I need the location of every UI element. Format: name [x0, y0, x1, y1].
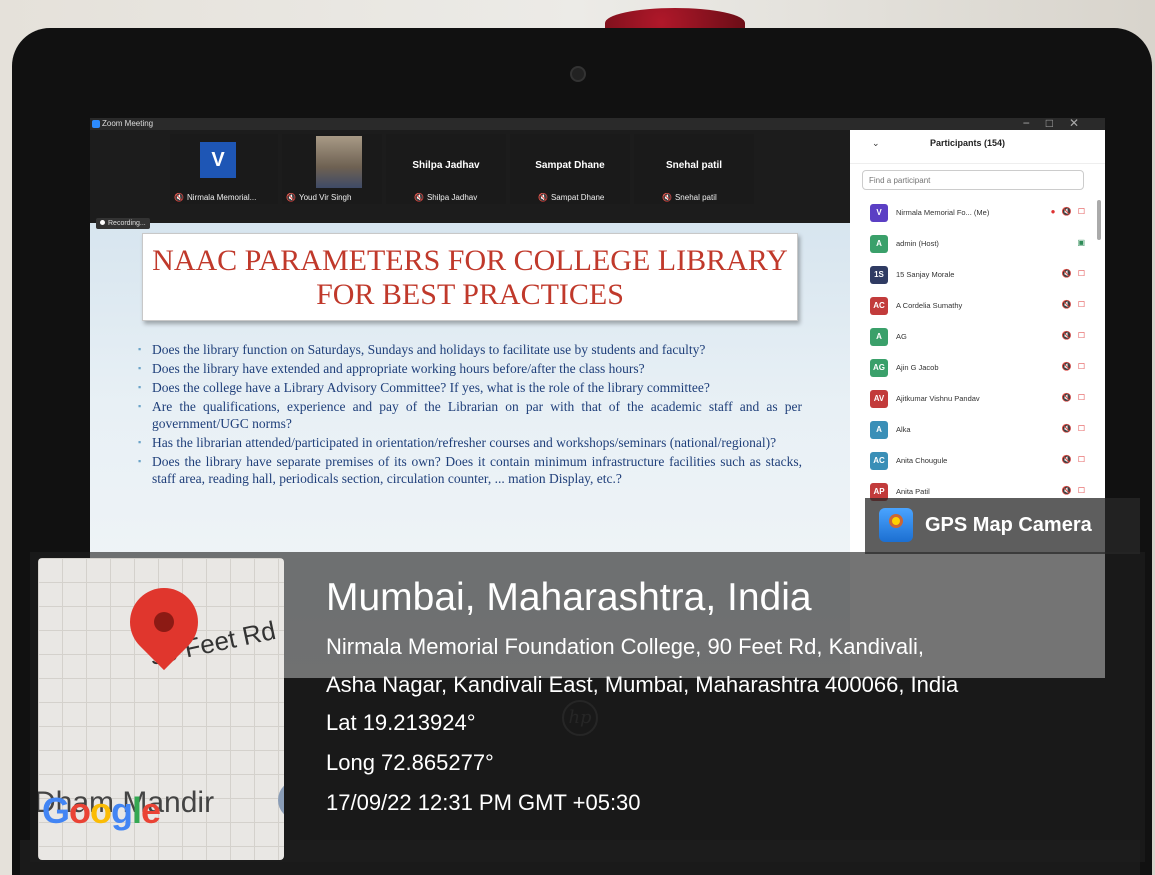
gps-address-line2: Asha Nagar, Kandivali East, Mumbai, Maha…: [326, 672, 959, 697]
window-controls[interactable]: −□✕: [1023, 118, 1095, 130]
participant-row[interactable]: A Alka 🔇 ☐: [850, 415, 1105, 446]
video-tile-name: Snehal patil: [674, 193, 717, 202]
participant-name: 15 Sanjay Morale: [896, 270, 955, 279]
mic-video-muted-icon: 🔇 ☐: [1061, 486, 1087, 495]
gps-map-camera-icon: [879, 508, 913, 542]
gps-datetime: 17/09/22 12:31 PM GMT +05:30: [326, 790, 641, 815]
video-tile-name: Nirmala Memorial...: [186, 193, 257, 202]
slide-bullet: Does the college have a Library Advisory…: [138, 379, 802, 396]
gps-latitude: Lat 19.213924°: [326, 710, 476, 735]
avatar: AV: [870, 390, 888, 408]
participant-row[interactable]: AG Ajin G Jacob 🔇 ☐: [850, 353, 1105, 384]
gps-city: Mumbai, Maharashtra, India: [326, 576, 812, 619]
video-tile[interactable]: Sampat Dhane 🔇 Sampat Dhane: [510, 134, 630, 204]
video-tile[interactable]: Shilpa Jadhav 🔇 Shilpa Jadhav: [386, 134, 506, 204]
gps-address-line1: Nirmala Memorial Foundation College, 90 …: [326, 634, 924, 659]
map-marker-circle: [278, 780, 284, 820]
video-tile-display-name: Sampat Dhane: [535, 160, 605, 171]
google-logo: Google: [42, 790, 161, 831]
mic-video-muted-icon: 🔇 ☐: [1061, 424, 1087, 433]
video-tile-name: Shilpa Jadhav: [426, 193, 478, 202]
recording-indicator[interactable]: Recording...: [96, 218, 150, 229]
participant-row[interactable]: V Nirmala Memorial Fo... (Me) ● 🔇 ☐: [850, 198, 1105, 229]
participant-row[interactable]: AC A Cordelia Sumathy 🔇 ☐: [850, 291, 1105, 322]
mic-video-muted-icon: 🔇 ☐: [1061, 362, 1087, 371]
video-tile[interactable]: V 🔇 Nirmala Memorial...: [170, 134, 278, 204]
participant-name: Ajitkumar Vishnu Pandav: [896, 394, 980, 403]
participant-row[interactable]: AC Anita Chougule 🔇 ☐: [850, 446, 1105, 477]
slide-title-box: NAAC PARAMETERS FOR COLLEGE LIBRARY FOR …: [142, 233, 798, 321]
participant-name: Nirmala Memorial Fo... (Me): [896, 208, 990, 217]
video-tile-display-name: Shilpa Jadhav: [412, 160, 480, 171]
slide-bullet: Does the library function on Saturdays, …: [138, 341, 802, 358]
video-strip: V 🔇 Nirmala Memorial... 🔇 Youd Vir Singh S…: [170, 134, 882, 204]
zoom-titlebar: Zoom Meeting −□✕: [90, 118, 1105, 130]
slide-bullets: Does the library function on Saturdays, …: [138, 341, 802, 489]
map-thumbnail: 90 Feet Rd Dham Mandir Google: [38, 558, 284, 860]
avatar: 1S: [870, 266, 888, 284]
slide-title-line2: FOR BEST PRACTICES: [316, 278, 624, 311]
participant-name: AG: [896, 332, 907, 341]
avatar: AC: [870, 297, 888, 315]
camera-feed: [316, 136, 362, 188]
avatar: A: [870, 235, 888, 253]
zoom-logo-icon: [92, 120, 100, 128]
video-tile-display-name: Snehal patil: [665, 160, 723, 171]
slide-bullet: Are the qualifications, experience and p…: [138, 398, 802, 432]
slide-bullet: Does the library have separate premises …: [138, 453, 802, 487]
avatar: V: [200, 142, 236, 178]
avatar: A: [870, 421, 888, 439]
mic-muted-icon: 🔇: [174, 193, 184, 202]
participant-row[interactable]: AV Ajitkumar Vishnu Pandav 🔇 ☐: [850, 384, 1105, 415]
video-tile-name: Sampat Dhane: [550, 193, 605, 202]
slide-bullet: Does the library have extended and appro…: [138, 360, 802, 377]
mic-video-muted-icon: 🔇 ☐: [1061, 455, 1087, 464]
mic-video-muted-icon: 🔇 ☐: [1061, 393, 1087, 402]
participant-name: Anita Patil: [896, 487, 930, 496]
mic-video-muted-icon: 🔇 ☐: [1061, 331, 1087, 340]
avatar: AG: [870, 359, 888, 377]
participant-row[interactable]: Aadmin (Host) ▣: [850, 229, 1105, 260]
record-icon: [100, 220, 105, 225]
video-tile-name: Youd Vir Singh: [298, 193, 352, 202]
gps-longitude: Long 72.865277°: [326, 750, 494, 775]
mic-muted-icon: 🔇: [662, 193, 672, 202]
participant-list: V Nirmala Memorial Fo... (Me) ● 🔇 ☐ Aadmin…: [850, 198, 1105, 508]
avatar: V: [870, 204, 888, 222]
participant-row[interactable]: 1S 15 Sanjay Morale 🔇 ☐: [850, 260, 1105, 291]
participant-name: Alka: [896, 425, 911, 434]
avatar: A: [870, 328, 888, 346]
participant-row[interactable]: A AG 🔇 ☐: [850, 322, 1105, 353]
location-pin-dot: [154, 612, 174, 632]
screen-share-icon: ▣: [1077, 238, 1087, 247]
window-title: Zoom Meeting: [102, 119, 154, 128]
mic-muted-icon: 🔇: [414, 193, 424, 202]
mic-video-muted-icon: 🔇 ☐: [1061, 300, 1087, 309]
webcam: [570, 66, 586, 82]
gps-app-badge: GPS Map Camera: [865, 498, 1140, 554]
participant-name: Anita Chougule: [896, 456, 948, 465]
gps-app-name: GPS Map Camera: [925, 514, 1092, 536]
slide-bullet: Has the librarian attended/participated …: [138, 434, 802, 451]
participant-name: A Cordelia Sumathy: [896, 301, 963, 310]
avatar: AC: [870, 452, 888, 470]
participant-name: Ajin G Jacob: [896, 363, 939, 372]
participant-search-input[interactable]: [862, 170, 1084, 190]
mic-muted-icon: 🔇: [286, 193, 296, 202]
mic-video-muted-icon: ● 🔇 ☐: [1050, 207, 1087, 216]
chevron-down-icon[interactable]: ⌄: [872, 138, 880, 149]
slide-title-line1: NAAC PARAMETERS FOR COLLEGE LIBRARY: [152, 244, 788, 277]
participant-name: admin (Host): [896, 239, 939, 248]
video-tile[interactable]: Snehal patil 🔇 Snehal patil: [634, 134, 754, 204]
video-tile[interactable]: 🔇 Youd Vir Singh: [282, 134, 382, 204]
mic-video-muted-icon: 🔇 ☐: [1061, 269, 1087, 278]
participants-title: Participants (154): [930, 138, 1006, 148]
mic-muted-icon: 🔇: [538, 193, 548, 202]
participants-header: ⌄ Participants (154): [850, 130, 1105, 164]
